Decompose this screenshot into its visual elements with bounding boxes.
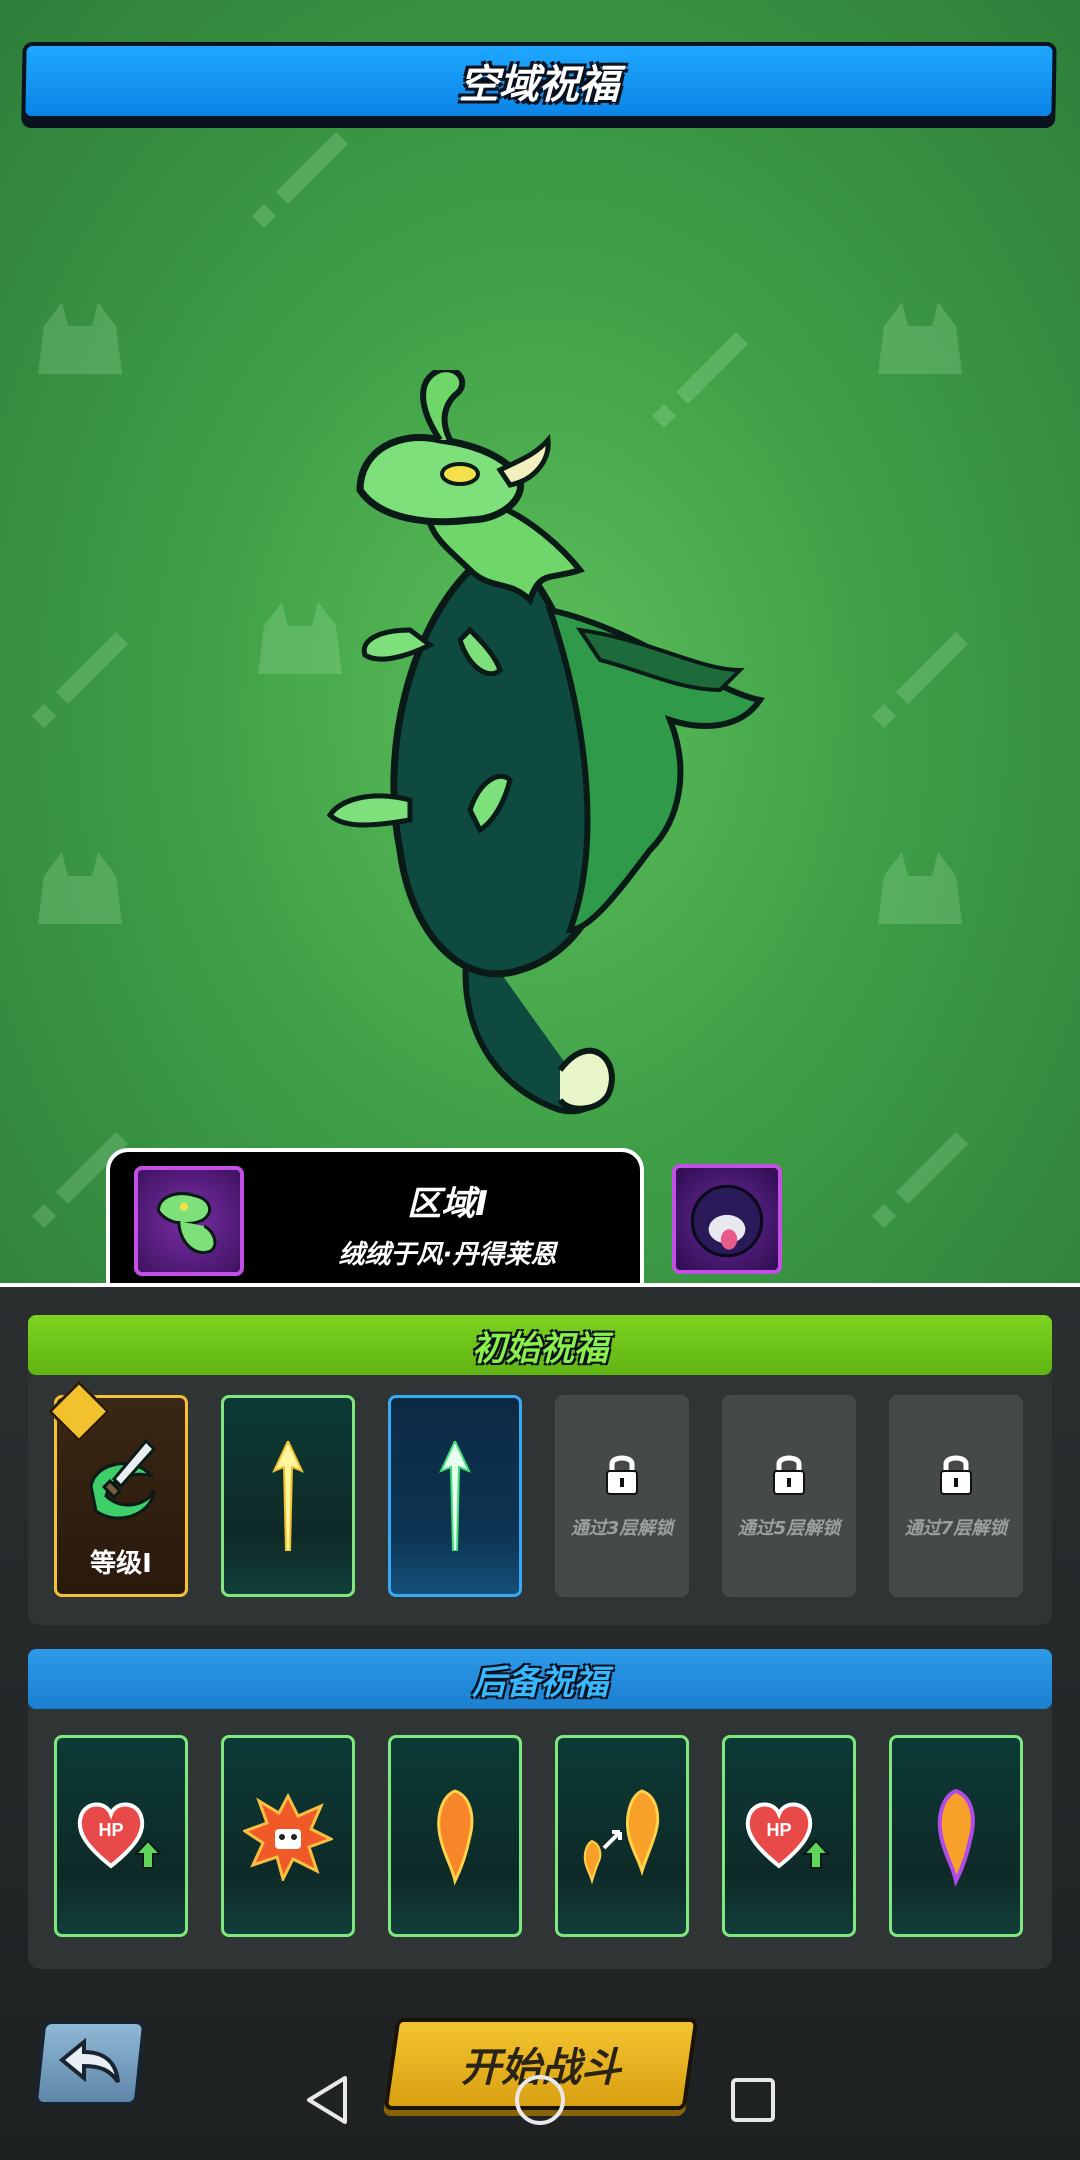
system-nav-bar	[0, 2040, 1080, 2160]
sword-glyph-icon	[252, 132, 348, 228]
region-name: 区域I	[407, 1184, 488, 1224]
blessing-card[interactable]	[221, 1735, 355, 1937]
region-boss-avatar[interactable]	[134, 1166, 244, 1276]
backup-blessings-row: HP HP	[54, 1735, 1023, 1937]
next-region-boss-avatar[interactable]	[672, 1164, 782, 1274]
hp-heart-up-icon: HP	[745, 1802, 831, 1869]
triangle-back-icon	[306, 2076, 347, 2124]
sword-glyph-icon	[32, 632, 128, 728]
purple-monster-avatar-icon	[690, 1184, 764, 1258]
blessing-level-label: 等级I	[90, 1549, 152, 1579]
purple-fire-drop-icon	[937, 1788, 975, 1886]
region-tab[interactable]: 区域I 绒绒于风·丹得莱恩	[106, 1148, 644, 1285]
dragon-boss-illustration	[326, 370, 765, 1115]
initial-blessings-header: 初始祝福	[28, 1315, 1052, 1375]
region-boss-name: 绒绒于风·丹得莱恩	[338, 1240, 557, 1270]
unlock-requirement: 通过5层解锁	[737, 1518, 841, 1539]
locked-blessing-slot[interactable]: 通过7层解锁	[889, 1395, 1023, 1597]
backup-blessings-section: 后备祝福 HP HP	[28, 1649, 1052, 1969]
initial-blessings-section: 初始祝福 等级I 通过3层解锁 通过5层解锁 通过7层解锁	[28, 1315, 1052, 1625]
hp-heart-up-icon: HP	[77, 1802, 163, 1869]
monster-glyph-icon	[38, 302, 122, 374]
unlock-requirement: 通过7层解锁	[904, 1518, 1008, 1539]
blessing-card[interactable]: HP	[722, 1735, 856, 1937]
blessing-card[interactable]	[221, 1395, 355, 1597]
svg-text:HP: HP	[766, 1820, 791, 1840]
locked-blessing-slot[interactable]: 通过5层解锁	[722, 1395, 856, 1597]
sword-glyph-icon	[872, 632, 968, 728]
blessing-card-equipped[interactable]: 等级I	[47, 1380, 188, 1597]
fire-drop-icon	[437, 1789, 474, 1886]
initial-blessings-row: 等级I 通过3层解锁 通过5层解锁 通过7层解锁	[47, 1380, 1023, 1597]
circle-home-icon	[514, 2075, 565, 2125]
blessing-card[interactable]	[889, 1735, 1023, 1937]
lock-icon	[606, 1455, 638, 1495]
blessing-card[interactable]	[555, 1735, 689, 1937]
nav-home-button[interactable]	[510, 2070, 570, 2130]
scene-background: 空域祝福 区域I 绒绒于风·丹得莱恩	[0, 0, 1080, 1285]
initial-blessings-title: 初始祝福	[472, 1328, 608, 1369]
monster-glyph-icon	[878, 852, 962, 924]
monster-glyph-icon	[38, 852, 122, 924]
green-arrow-icon	[439, 1441, 471, 1551]
sword-swirl-icon	[89, 1438, 157, 1520]
backup-blessings-title: 后备祝福	[472, 1662, 608, 1703]
nav-recents-button[interactable]	[723, 2070, 783, 2130]
backup-blessings-header: 后备祝福	[28, 1649, 1052, 1709]
yellow-arrow-icon	[272, 1441, 304, 1551]
dragon-avatar-icon	[156, 1192, 217, 1255]
lock-icon	[940, 1455, 972, 1495]
page-title: 空域祝福	[458, 62, 620, 108]
monster-glyph-icon	[878, 302, 962, 374]
blessing-card[interactable]	[388, 1735, 522, 1937]
sword-glyph-icon	[872, 1132, 968, 1228]
nav-back-button[interactable]	[297, 2070, 357, 2130]
locked-blessing-slot[interactable]: 通过3层解锁	[555, 1395, 689, 1597]
explosion-skull-icon	[243, 1792, 333, 1881]
blessing-card[interactable]	[388, 1395, 522, 1597]
svg-text:HP: HP	[98, 1820, 123, 1840]
unlock-requirement: 通过3层解锁	[570, 1518, 674, 1539]
lock-icon	[773, 1455, 805, 1495]
title-bar: 空域祝福	[21, 42, 1057, 120]
fire-drop-grow-icon	[583, 1789, 660, 1885]
blessing-card[interactable]: HP	[54, 1735, 188, 1937]
square-recents-icon	[731, 2078, 776, 2122]
